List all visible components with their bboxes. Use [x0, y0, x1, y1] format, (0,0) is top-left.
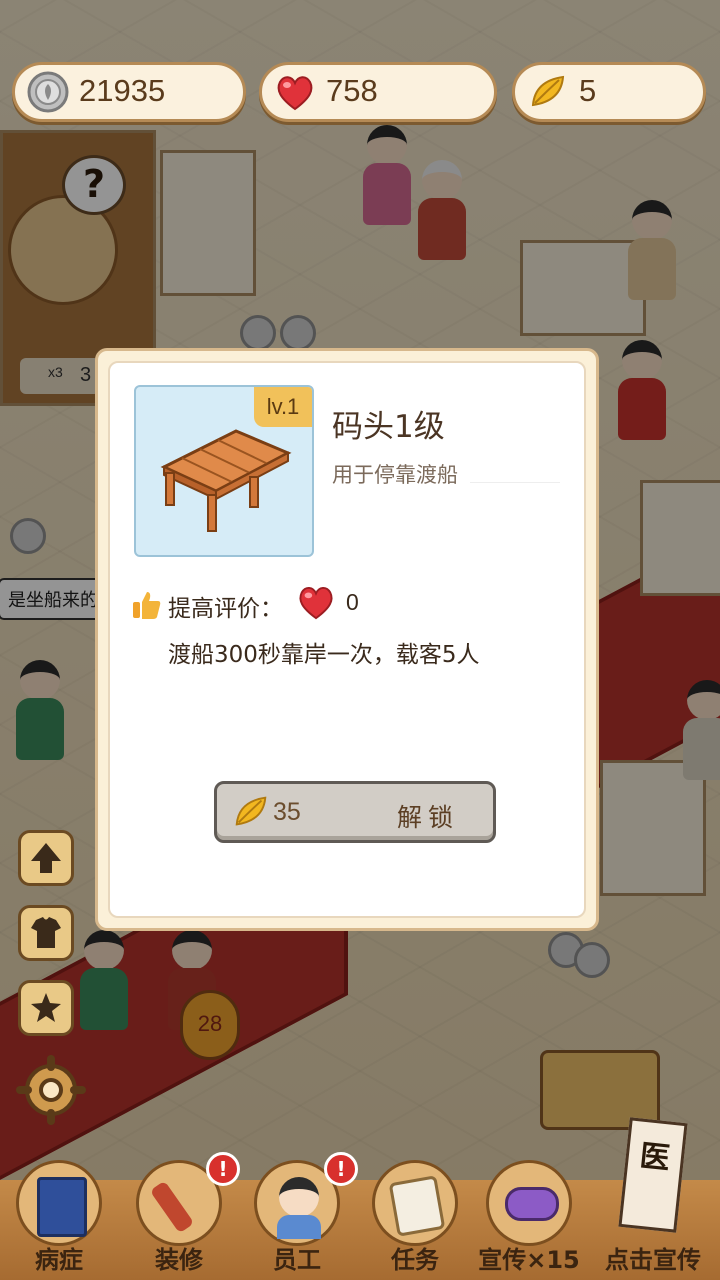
- leaf-value: 5: [579, 73, 597, 108]
- effect-text: 渡船300秒靠岸一次，载客5人: [168, 642, 480, 668]
- upgrade-arrow-button[interactable]: [18, 830, 74, 886]
- divider: [470, 482, 560, 483]
- heart-value: 758: [326, 73, 378, 108]
- hospital-sign-icon: 医: [618, 1117, 688, 1233]
- building-description: 用于停靠渡船: [332, 463, 458, 487]
- coin-counter[interactable]: 21935: [12, 62, 246, 122]
- settings-gear-button[interactable]: [16, 1055, 86, 1125]
- star-book-icon: [31, 993, 61, 1022]
- nav-tasks-button[interactable]: 任务: [360, 1160, 470, 1280]
- coin-icon: [27, 71, 69, 113]
- flyer-icon: [486, 1160, 572, 1246]
- nav-click-promote-button[interactable]: 医 点击宣传: [590, 1117, 716, 1280]
- dialog-content: lv.1 码头1级 用于停靠渡船 提高评价： 0 渡船300秒靠岸一次，载客5人…: [108, 361, 586, 918]
- nav-staff-label: 员工: [273, 1246, 321, 1274]
- unlock-label: 解锁: [397, 803, 460, 832]
- nav-promote-button[interactable]: 宣传×15: [474, 1160, 584, 1280]
- nav-illness-button[interactable]: 病症: [4, 1160, 114, 1280]
- leaf-counter[interactable]: 5: [512, 62, 706, 122]
- heart-icon: [277, 76, 313, 111]
- gold-leaf-icon: [235, 796, 267, 826]
- level-badge: lv.1: [254, 387, 312, 427]
- thumbs-up-icon: [133, 592, 161, 619]
- book-icon: [16, 1160, 102, 1246]
- nav-tasks-label: 任务: [391, 1246, 439, 1274]
- nav-decorate-button[interactable]: ! 装修: [124, 1152, 240, 1280]
- unlock-button[interactable]: 35 解锁: [214, 781, 496, 843]
- nav-click-promote-label: 点击宣传: [605, 1246, 701, 1274]
- nav-staff-button[interactable]: ! 员工: [242, 1152, 358, 1280]
- coin-value: 21935: [79, 73, 166, 108]
- shirt-icon: [31, 917, 61, 948]
- rating-value: 0: [346, 589, 359, 615]
- unlock-cost: 35: [273, 798, 301, 826]
- heart-icon: [299, 587, 333, 620]
- nav-illness-label: 病症: [35, 1246, 83, 1274]
- nav-decorate-label: 装修: [155, 1246, 203, 1274]
- heart-counter[interactable]: 758: [259, 62, 497, 122]
- scroll-icon: [372, 1160, 458, 1246]
- arrow-up-icon: [31, 843, 61, 873]
- pier-thumbnail: lv.1: [134, 385, 314, 557]
- favorites-book-button[interactable]: [18, 980, 74, 1036]
- building-info-dialog: lv.1 码头1级 用于停靠渡船 提高评价： 0 渡船300秒靠岸一次，载客5人…: [95, 348, 599, 931]
- alert-badge: !: [324, 1152, 358, 1186]
- nav-promote-label: 宣传×15: [478, 1246, 580, 1274]
- gear-icon: [16, 1055, 86, 1125]
- rating-label: 提高评价：: [168, 596, 283, 622]
- outfit-button[interactable]: [18, 905, 74, 961]
- building-title: 码头1级: [332, 409, 445, 445]
- alert-badge: !: [206, 1152, 240, 1186]
- gold-leaf-icon: [531, 75, 565, 107]
